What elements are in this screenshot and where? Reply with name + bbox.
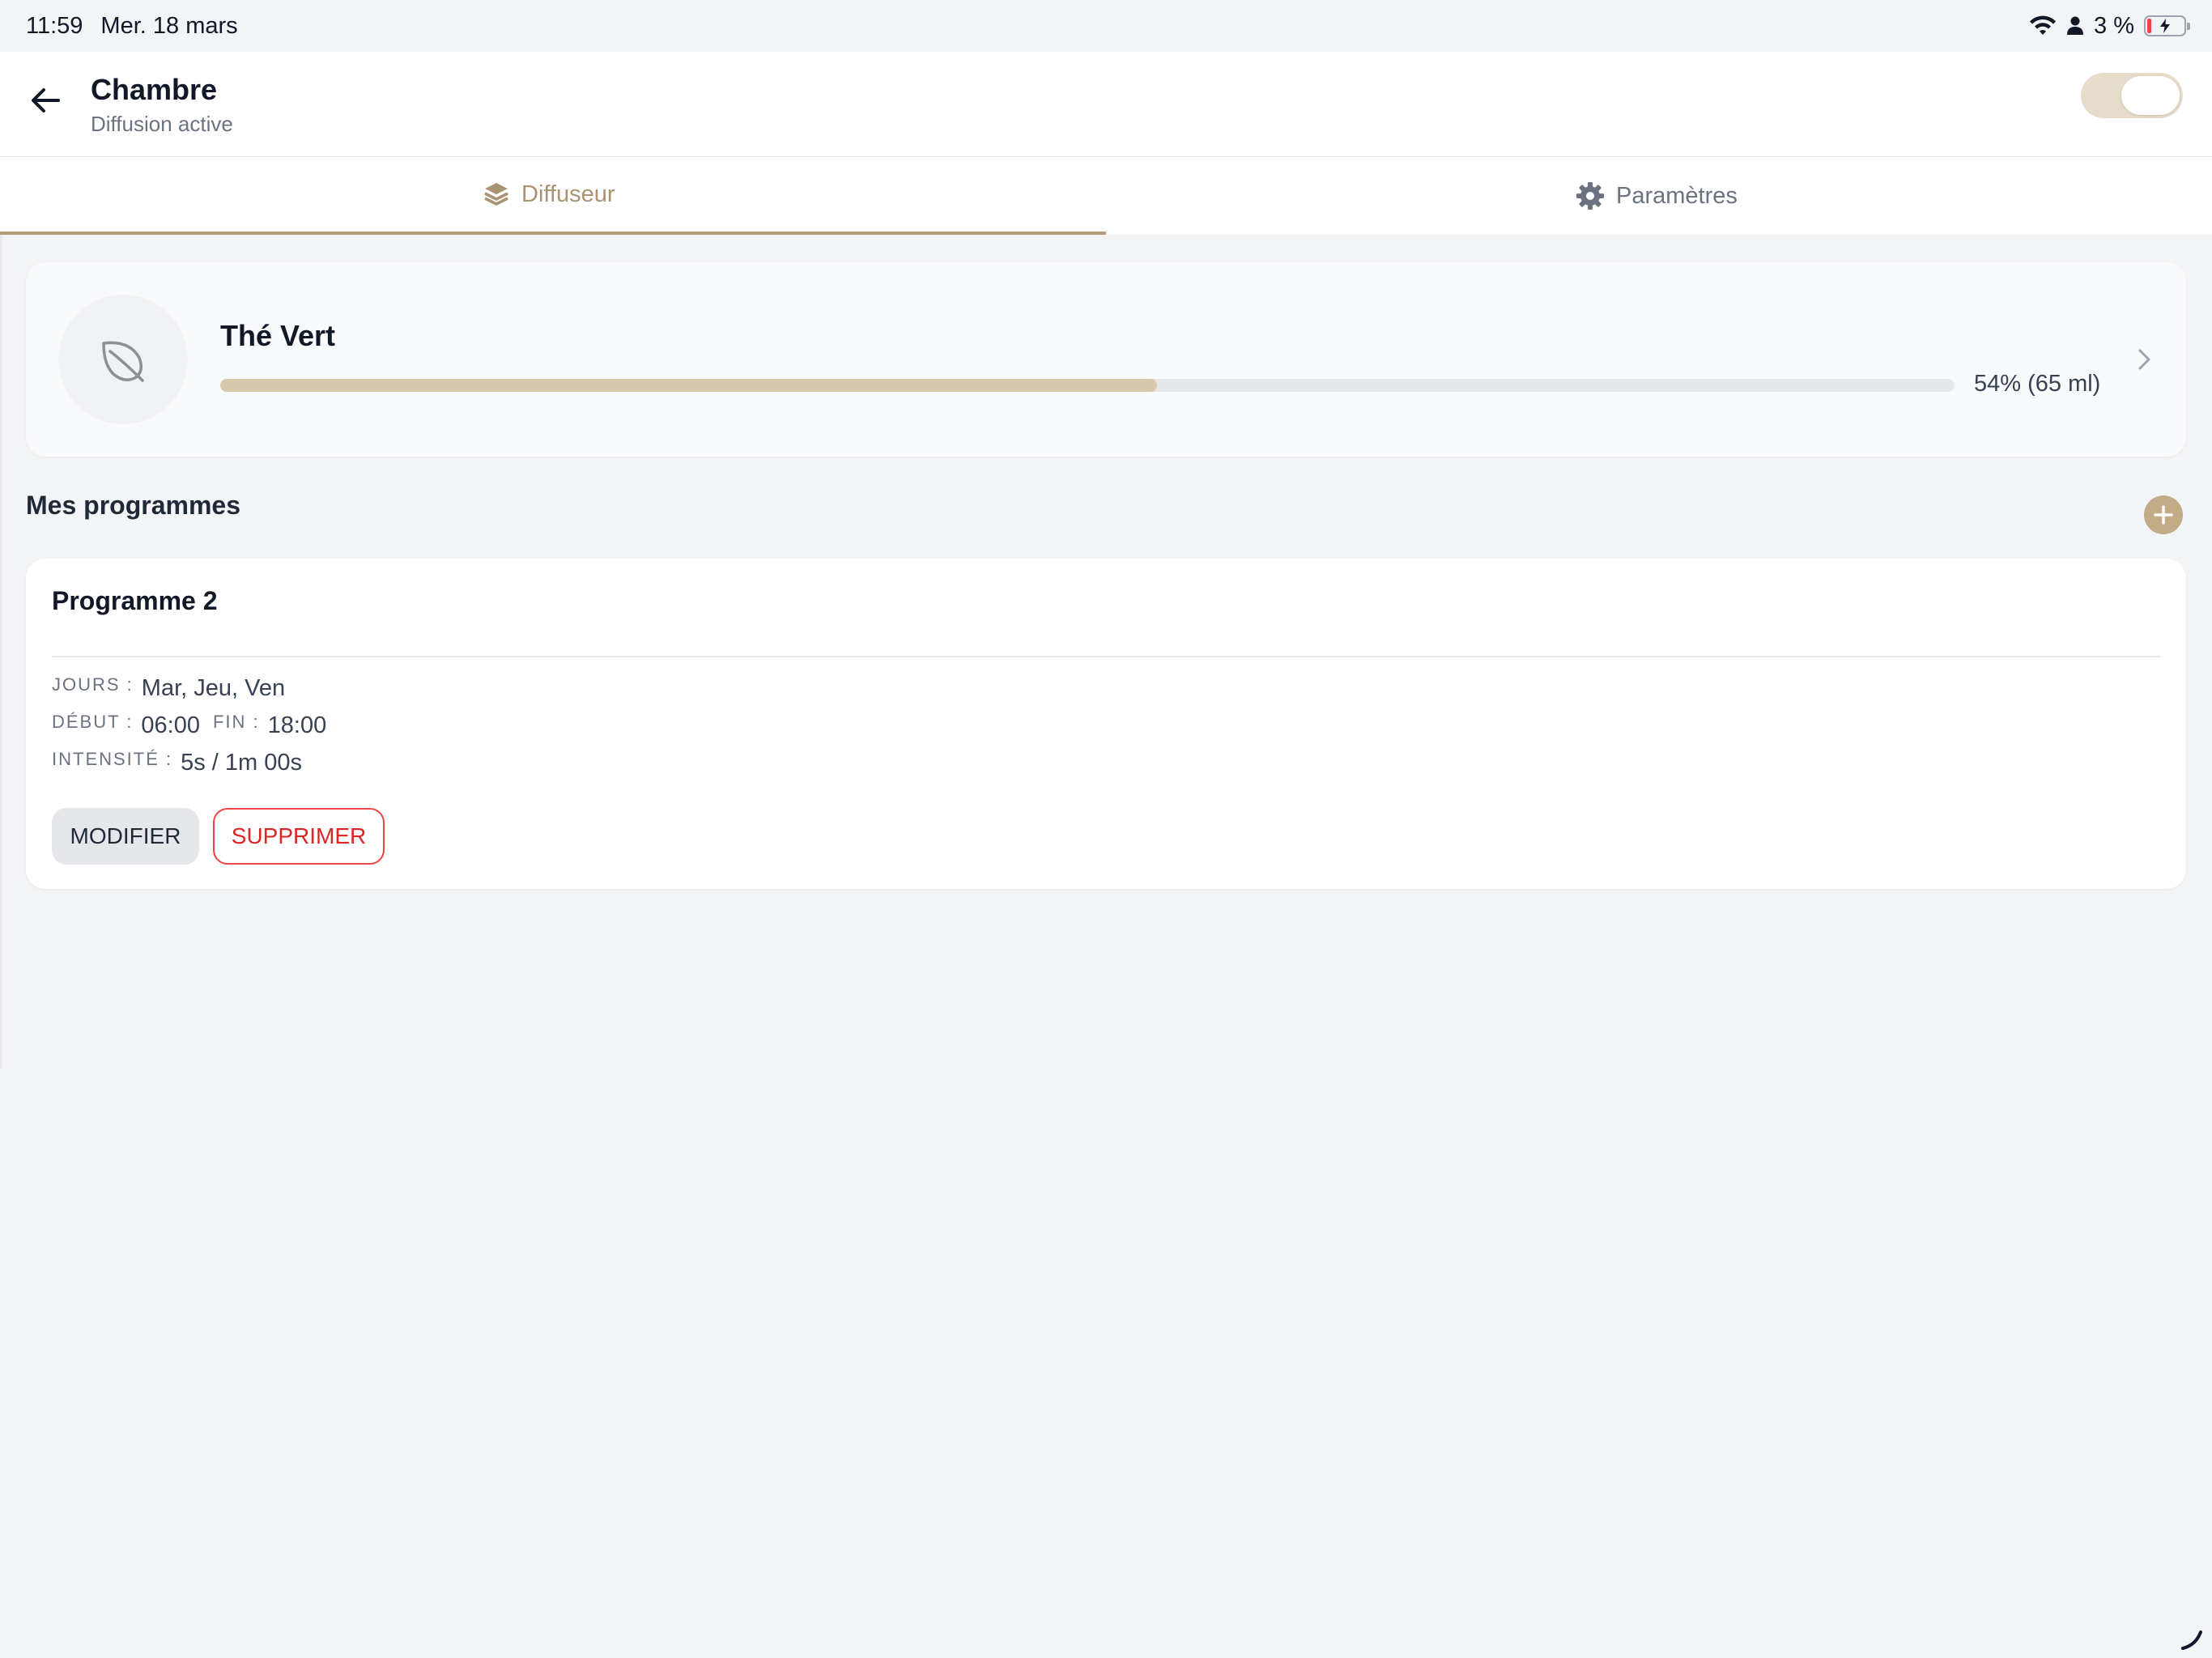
end-value: 18:00: [267, 712, 327, 738]
program-intensity-row: INTENSITÉ : 5s / 1m 00s: [52, 749, 315, 776]
product-card[interactable]: Thé Vert 54% (65 ml): [26, 262, 2186, 457]
program-card: Programme 2 JOURS : Mar, Jeu, Ven DÉBUT …: [26, 559, 2186, 889]
program-name: Programme 2: [52, 586, 218, 615]
intensity-label: INTENSITÉ :: [52, 749, 173, 769]
chevron-right-icon: [2138, 349, 2150, 370]
tab-diffuseur[interactable]: Diffuseur: [0, 157, 1106, 235]
toggle-knob: [2121, 76, 2180, 115]
product-level-label: 54% (65 ml): [1974, 371, 2101, 397]
gear-icon: [1576, 182, 1604, 210]
corner-grabber-icon: [2181, 1630, 2202, 1650]
back-button[interactable]: [24, 79, 66, 121]
days-label: JOURS :: [52, 674, 134, 695]
start-label: DÉBUT :: [52, 712, 134, 732]
intensity-value: 5s / 1m 00s: [181, 750, 303, 776]
programs-section-title: Mes programmes: [26, 491, 240, 520]
modify-program-button[interactable]: MODIFIER: [52, 808, 199, 865]
tab-bar: Diffuseur Paramètres: [0, 157, 2212, 235]
product-level-bar: [220, 379, 1955, 392]
start-value: 06:00: [141, 712, 200, 738]
arrow-left-icon: [32, 88, 60, 113]
plus-icon: [2154, 505, 2173, 525]
edge-shadow: [0, 235, 3, 1069]
person-icon: [2067, 16, 2084, 35]
battery-charging-icon: [2144, 15, 2190, 36]
status-right: 3 %: [2029, 12, 2190, 40]
product-level-fill: [220, 379, 1157, 392]
status-date: Mer. 18 mars: [100, 12, 238, 39]
end-label: FIN :: [212, 712, 260, 732]
layers-icon: [484, 183, 508, 206]
status-bar: 11:59 Mer. 18 mars 3 %: [0, 0, 2212, 52]
tab-diffuseur-label: Diffuseur: [521, 181, 615, 207]
status-time: 11:59: [26, 12, 83, 39]
diffusion-toggle[interactable]: [2081, 73, 2183, 118]
program-time-row: DÉBUT : 06:00 FIN : 18:00: [52, 712, 339, 739]
program-days-row: JOURS : Mar, Jeu, Ven: [52, 674, 298, 702]
product-name: Thé Vert: [220, 319, 336, 352]
product-icon-circle: [58, 295, 188, 424]
leaf-icon: [102, 341, 144, 382]
battery-percent: 3 %: [2094, 12, 2134, 39]
tab-parametres[interactable]: Paramètres: [1106, 157, 2212, 235]
page-subtitle: Diffusion active: [91, 112, 233, 136]
tab-parametres-label: Paramètres: [1616, 182, 1738, 209]
days-value: Mar, Jeu, Ven: [141, 675, 286, 701]
wifi-icon: [2030, 15, 2057, 35]
add-program-button[interactable]: [2144, 495, 2183, 534]
page-title: Chambre: [91, 73, 218, 106]
app-header: Chambre Diffusion active: [0, 52, 2212, 157]
program-divider: [52, 656, 2160, 657]
delete-program-button[interactable]: SUPPRIMER: [213, 808, 385, 865]
